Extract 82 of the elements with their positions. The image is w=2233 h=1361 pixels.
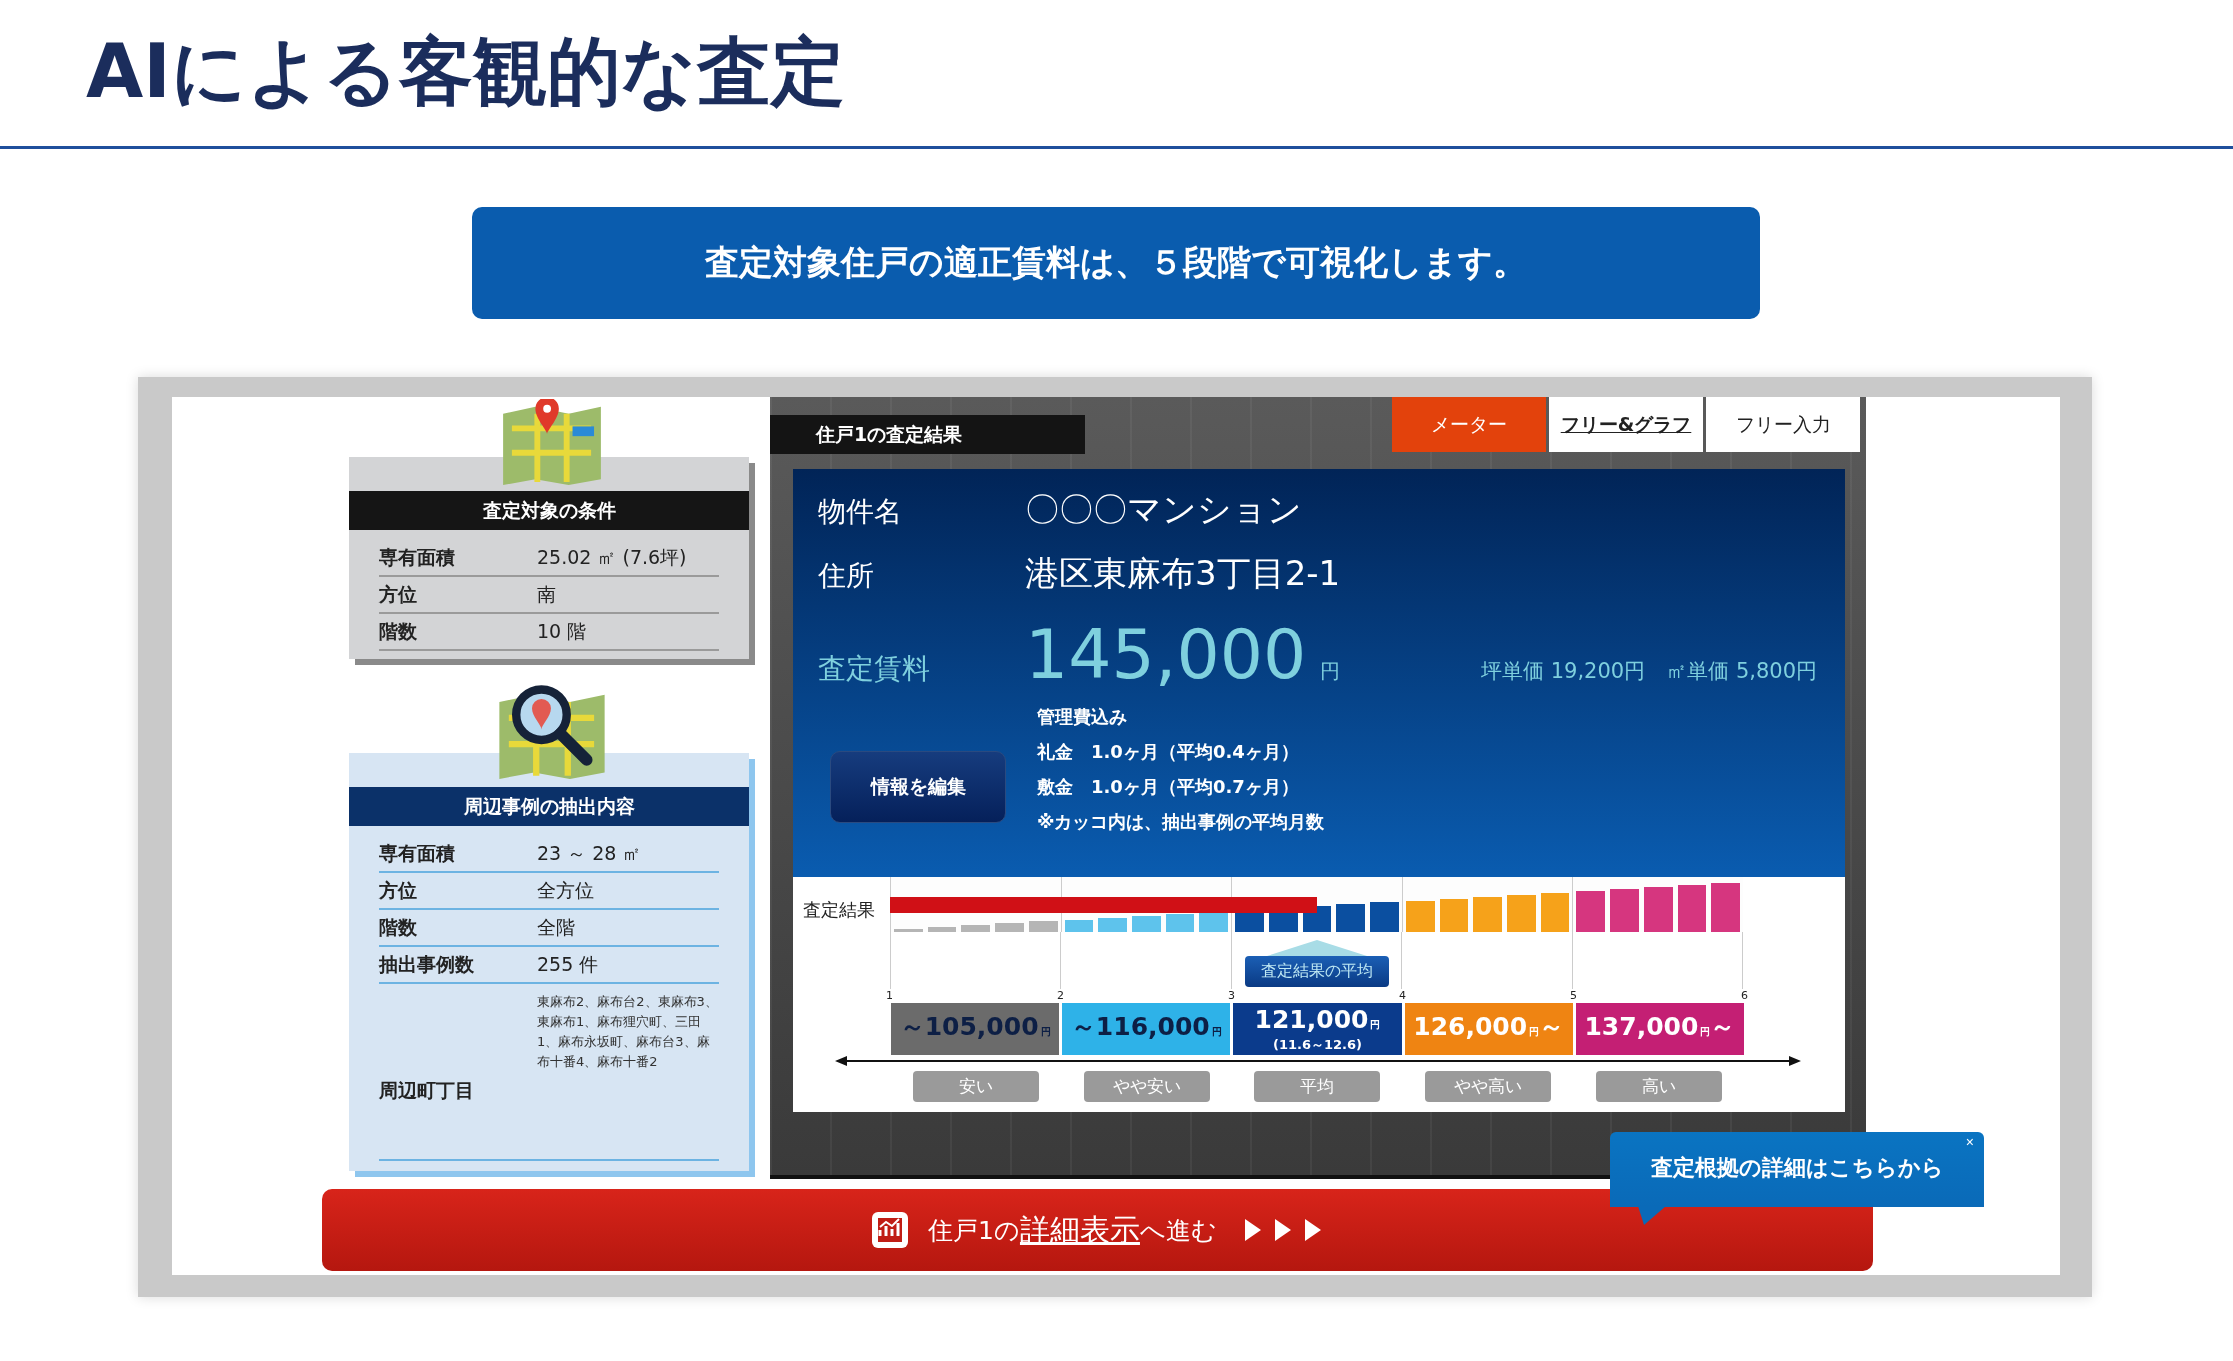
rent-unit: 円 [1320,658,1341,685]
meter-label: 査定結果 [803,898,876,922]
row-label: 抽出事例数 [379,951,475,977]
meter-bar [1064,919,1094,932]
view-tab[interactable]: メーター [1392,397,1546,452]
meter-bar [1370,902,1399,932]
rank-label: 安い [913,1071,1040,1102]
meter-bar [1439,898,1469,932]
row-value: 255 件 [537,951,599,977]
meter-bar [1506,894,1536,932]
price-range-box: ～105,000 円 [891,1003,1060,1055]
note-text: 管理費込み [1037,705,1128,729]
edit-button[interactable]: 情報を編集 [830,751,1006,823]
row-value: 23 ～ 28 ㎡ [537,840,642,866]
meter-bar [1098,917,1128,932]
row-value: 全階 [537,914,575,940]
tick-label: 3 [1228,989,1235,1003]
card-title: 周辺事例の抽出内容 [349,787,749,826]
meter-bar [1405,900,1435,932]
tick-label: 6 [1741,989,1748,1003]
tick-label: 4 [1399,989,1406,1003]
meter-bar [1199,911,1229,932]
row-label: 周辺町丁目 [379,1078,475,1103]
tick-label: 1 [886,989,893,1003]
price-range-box: ～116,000 円 [1062,1003,1231,1055]
price-range-box: 126,000 円～ [1404,1003,1573,1055]
rank-label: 高い [1595,1071,1722,1102]
rank-label: 平均 [1254,1071,1381,1102]
panel-title: 住戸1の査定結果 [770,415,1085,454]
row-value: 25.02 ㎡ (7.6坪) [537,544,687,570]
meter-bar [1610,889,1639,932]
meter-bar [1028,921,1058,932]
field-label: 物件名 [818,494,903,530]
meter-bar [1473,896,1502,932]
row-label: 方位 [379,581,418,607]
row-label: 専有面積 [379,840,456,866]
meter-bar [1336,904,1366,932]
row-value: 10 階 [537,618,587,644]
note-text: ※カッコ内は、抽出事例の平均月数 [1037,810,1325,834]
price-range-box: 121,000 円 (11.6～12.6) [1233,1003,1402,1055]
meter-bar [927,927,957,932]
view-tab[interactable]: フリー&グラフ [1549,397,1703,452]
detail-button[interactable]: 住戸1の詳細表示へ進む [322,1189,1873,1271]
info-banner: 査定対象住戸の適正賃料は、５段階で可視化します。 [472,207,1760,319]
row-value: 全方位 [537,877,594,903]
detail-link[interactable]: 詳細表示 [1019,1209,1140,1251]
field-label: 住所 [818,558,875,594]
chart-icon [870,1210,911,1250]
rank-label: やや高い [1425,1071,1552,1102]
row-value: 南 [537,581,556,607]
meter-bar [1677,885,1707,932]
tick-label: 5 [1570,989,1577,1003]
tick-label: 2 [1057,989,1064,1003]
row-value: 東麻布2、麻布台2、東麻布3、東麻布1、麻布狸穴町、三田1、麻布永坂町、麻布台3、麻布十番4、麻布十番2 [537,993,719,1071]
row-label: 専有面積 [379,544,456,570]
row-label: 階数 [379,914,418,940]
meter-bar [894,929,923,932]
meter-bar [1711,883,1740,932]
meter-bar [1540,892,1570,932]
address: 港区東麻布3丁目2-1 [1025,552,1342,595]
page-title: AIによる客観的な査定 [86,27,845,116]
unit-prices: 坪単価 19,200円 ㎡単価 5,800円 [1481,658,1817,685]
meter-bar [1132,915,1161,932]
property-name: 〇〇〇マンション [1025,488,1303,531]
tooltip-text: 査定根拠の詳細はこちらから [1650,1154,1944,1182]
rank-label: やや安い [1083,1071,1210,1102]
tooltip-tail [1638,1206,1666,1225]
price-range-box: 137,000 円～ [1575,1003,1744,1055]
meter-bar [961,925,991,932]
meter-bar [1576,891,1606,932]
meter-bar [1165,913,1195,932]
row-label: 方位 [379,877,418,903]
row-label: 階数 [379,618,418,644]
view-tab[interactable]: フリー入力 [1706,397,1860,452]
close-button[interactable]: × [1961,1134,1978,1150]
field-label: 査定賃料 [818,651,931,687]
note-text: 敷金 1.0ヶ月（平均0.7ヶ月） [1037,775,1300,799]
meter-bar [1643,887,1673,932]
card-title: 査定対象の条件 [349,491,749,530]
meter-bar [995,923,1024,932]
rent-amount: 145,000 [1025,615,1307,694]
note-text: 礼金 1.0ヶ月（平均0.4ヶ月） [1037,740,1300,764]
